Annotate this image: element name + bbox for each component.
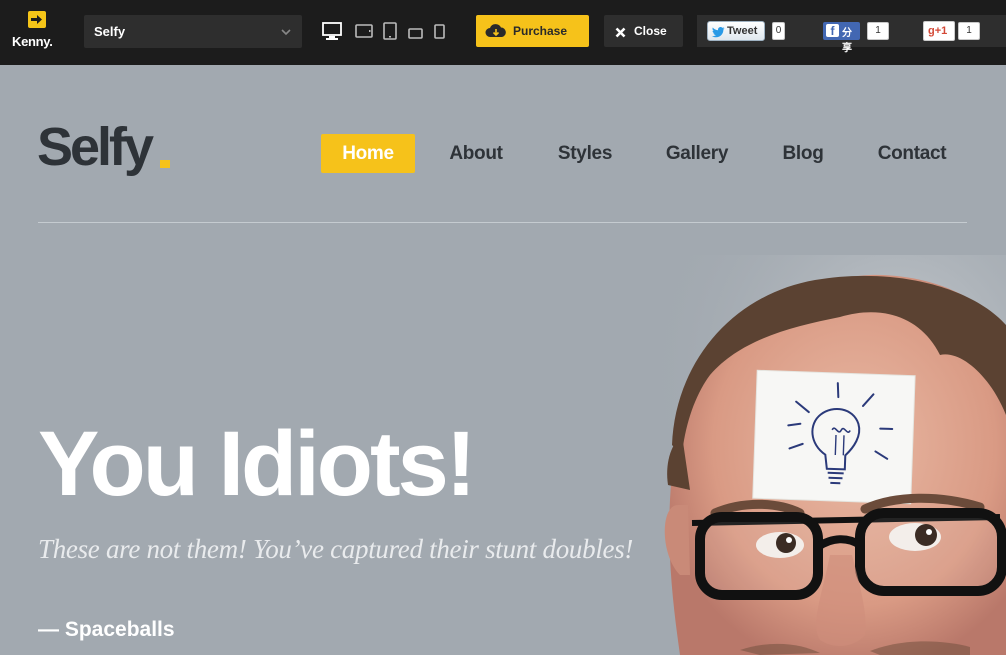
phone-portrait-icon[interactable] — [434, 24, 445, 44]
logo-dot — [160, 160, 170, 168]
nav-item-styles[interactable]: Styles — [550, 134, 620, 173]
tweet-button[interactable]: Tweet — [707, 21, 765, 41]
close-icon — [615, 25, 626, 43]
nav-item-about[interactable]: About — [440, 134, 512, 173]
header-divider — [38, 222, 967, 223]
chevron-down-icon — [280, 25, 292, 43]
cloud-download-icon — [485, 24, 507, 43]
theme-select[interactable]: Selfy — [84, 15, 302, 48]
purchase-label: Purchase — [513, 24, 568, 38]
close-label: Close — [634, 24, 667, 38]
preview-topbar: Kenny. Selfy Purchase Close Tweet 0 f 分享… — [0, 0, 1006, 65]
twitter-bird-icon — [712, 25, 725, 43]
hero-photo — [640, 255, 1006, 655]
brand-name: Kenny. — [12, 34, 53, 49]
tablet-landscape-icon[interactable] — [355, 24, 373, 43]
share-bar: Tweet 0 f 分享 1 g+1 1 — [697, 15, 1006, 54]
arrow-right-icon — [28, 11, 46, 28]
gplus-button[interactable]: g+1 — [923, 21, 955, 41]
facebook-count: 1 — [867, 22, 889, 40]
nav-item-contact[interactable]: Contact — [872, 134, 952, 173]
gplus-count: 1 — [958, 22, 980, 40]
facebook-share-label: 分享 — [842, 28, 852, 54]
close-button[interactable]: Close — [604, 15, 683, 47]
facebook-icon: f — [826, 24, 839, 38]
desktop-icon[interactable] — [322, 22, 342, 46]
hero-title: You Idiots! — [38, 413, 476, 515]
nav-item-blog[interactable]: Blog — [775, 134, 831, 173]
tweet-label: Tweet — [727, 25, 758, 37]
phone-landscape-icon[interactable] — [408, 26, 423, 44]
nav-item-gallery[interactable]: Gallery — [660, 134, 734, 173]
facebook-share-button[interactable]: f 分享 — [823, 22, 860, 54]
nav-item-home[interactable]: Home — [321, 134, 415, 173]
site-logo[interactable]: Selfy — [37, 116, 154, 178]
tweet-count: 0 — [772, 22, 785, 40]
theme-select-value: Selfy — [94, 24, 126, 39]
brand-logo[interactable]: Kenny. — [12, 11, 62, 55]
hero-citation: — Spaceballs — [38, 618, 175, 641]
purchase-button[interactable]: Purchase — [476, 15, 589, 47]
hero-quote: These are not them! You’ve captured thei… — [38, 534, 634, 564]
gplus-label: g+1 — [928, 25, 948, 37]
tablet-portrait-icon[interactable] — [383, 22, 397, 45]
